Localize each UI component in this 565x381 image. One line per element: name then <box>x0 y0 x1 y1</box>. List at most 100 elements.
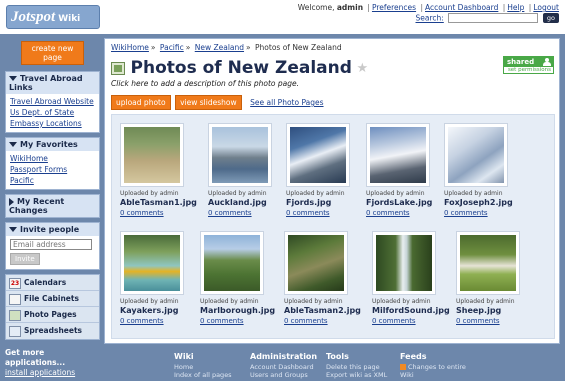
logout-link[interactable]: Logout <box>533 3 559 12</box>
shared-badge[interactable]: shared set permissions <box>503 56 554 74</box>
footer-account-dashboard-link[interactable]: Account Dashboard <box>250 363 330 371</box>
create-new-page-button[interactable]: create new page <box>21 41 84 65</box>
uploaded-by: Uploaded by admin <box>208 190 267 197</box>
uploaded-by: Uploaded by admin <box>120 298 179 305</box>
invite-button[interactable]: Invite <box>10 253 40 265</box>
go-button[interactable]: go <box>542 13 559 23</box>
install-applications-link[interactable]: install applications <box>5 368 75 377</box>
nav-file-cabinets[interactable]: File Cabinets <box>6 291 99 307</box>
travel-links-header[interactable]: Travel Abroad Links <box>6 72 99 94</box>
recent-changes-header[interactable]: My Recent Changes <box>6 195 99 217</box>
photo-image <box>376 235 432 291</box>
panel-title: My Recent Changes <box>9 197 65 215</box>
file-cabinet-icon <box>9 293 21 305</box>
invite-panel: Invite people Invite <box>5 222 100 270</box>
photo-thumbnail[interactable] <box>200 231 264 295</box>
footer-changes-feed-link[interactable]: Changes to entire <box>400 363 480 371</box>
set-permissions-link[interactable]: set permissions <box>504 67 553 74</box>
panel-title: My Favorites <box>20 140 78 149</box>
uploaded-by: Uploaded by admin <box>456 298 515 305</box>
footer-tools: Tools Delete this page Export wiki as XM… <box>326 352 406 379</box>
footer-home-link[interactable]: Home <box>174 363 254 371</box>
uploaded-by: Uploaded by admin <box>200 298 259 305</box>
search-bar: Search: go <box>416 13 559 23</box>
account-dashboard-link[interactable]: Account Dashboard <box>425 3 498 12</box>
comments-link[interactable]: 0 comments <box>200 317 244 325</box>
comments-link[interactable]: 0 comments <box>120 317 164 325</box>
collapse-arrow-icon <box>9 76 17 81</box>
comments-link[interactable]: 0 comments <box>456 317 500 325</box>
us-dept-state-link[interactable]: Us Dept. of State <box>10 108 74 117</box>
comments-link[interactable]: 0 comments <box>444 209 488 217</box>
embassy-locations-link[interactable]: Embassy Locations <box>10 119 82 128</box>
comments-link[interactable]: 0 comments <box>208 209 252 217</box>
footer-heading: Tools <box>326 352 349 361</box>
photo-item: Uploaded by admin Sheep.jpg 0 comments <box>456 231 536 326</box>
invite-email-input[interactable] <box>10 239 92 250</box>
photo-image <box>460 235 516 291</box>
search-input[interactable] <box>448 13 539 23</box>
nav-label: Spreadsheets <box>24 326 83 335</box>
comments-link[interactable]: 0 comments <box>366 209 410 217</box>
view-slideshow-button[interactable]: view slideshow <box>175 95 242 110</box>
comments-link[interactable]: 0 comments <box>372 317 416 325</box>
photo-image <box>204 235 260 291</box>
favorite-star-icon[interactable]: ★ <box>356 61 368 76</box>
uploaded-by: Uploaded by admin <box>286 190 345 197</box>
search-label[interactable]: Search: <box>416 14 444 23</box>
photo-thumbnail[interactable] <box>372 231 436 295</box>
favorite-wikihome-link[interactable]: WikiHome <box>10 154 48 163</box>
travel-abroad-website-link[interactable]: Travel Abroad Website <box>10 97 94 106</box>
comments-link[interactable]: 0 comments <box>286 209 330 217</box>
username: admin <box>336 3 364 12</box>
favorites-header[interactable]: My Favorites <box>6 138 99 151</box>
uploaded-by: Uploaded by admin <box>284 298 343 305</box>
footer-wiki-feed-link[interactable]: Wiki <box>400 371 480 379</box>
photo-thumbnail[interactable] <box>208 123 272 187</box>
footer-delete-page-link[interactable]: Delete this page <box>326 363 406 371</box>
uploaded-by: Uploaded by admin <box>372 298 431 305</box>
feed-label: Changes to entire <box>408 363 466 371</box>
photo-image <box>124 127 180 183</box>
photo-image <box>124 235 180 291</box>
see-all-photo-pages-link[interactable]: See all Photo Pages <box>250 98 323 107</box>
comments-link[interactable]: 0 comments <box>284 317 328 325</box>
page-description[interactable]: Click here to add a description of this … <box>111 79 299 88</box>
breadcrumb-pacific[interactable]: Pacific <box>160 43 184 52</box>
upload-photo-button[interactable]: upload photo <box>111 95 171 110</box>
spreadsheet-icon <box>9 325 21 337</box>
preferences-link[interactable]: Preferences <box>372 3 416 12</box>
breadcrumb-new-zealand[interactable]: New Zealand <box>195 43 244 52</box>
file-name: Sheep.jpg <box>456 306 502 315</box>
file-name: Auckland.jpg <box>208 198 267 207</box>
photo-thumbnail[interactable] <box>286 123 350 187</box>
footer-export-xml-link[interactable]: Export wiki as XML <box>326 371 406 379</box>
photo-image <box>448 127 504 183</box>
breadcrumb-wikihome[interactable]: WikiHome <box>111 43 149 52</box>
photo-thumbnail[interactable] <box>284 231 348 295</box>
left-sidebar: create new page Travel Abroad Links Trav… <box>5 38 100 378</box>
nav-label: Calendars <box>24 278 67 287</box>
footer-users-groups-link[interactable]: Users and Groups <box>250 371 330 379</box>
comments-link[interactable]: 0 comments <box>120 209 164 217</box>
nav-calendars[interactable]: 23 Calendars <box>6 275 99 291</box>
logo-text: Jotspot <box>11 9 56 25</box>
photo-thumbnail[interactable] <box>120 123 184 187</box>
nav-spreadsheets[interactable]: Spreadsheets <box>6 323 99 339</box>
nav-photo-pages[interactable]: Photo Pages <box>6 307 99 323</box>
favorites-panel: My Favorites WikiHome Passport Forms Pac… <box>5 137 100 190</box>
photo-thumbnail[interactable] <box>456 231 520 295</box>
photo-thumbnail[interactable] <box>366 123 430 187</box>
favorite-passport-forms-link[interactable]: Passport Forms <box>10 165 67 174</box>
page-title: Photos of New Zealand <box>130 58 352 78</box>
footer-index-link[interactable]: Index of all pages <box>174 371 254 379</box>
photo-image <box>212 127 268 183</box>
help-link[interactable]: Help <box>507 3 524 12</box>
photo-thumbnail[interactable] <box>444 123 508 187</box>
favorite-pacific-link[interactable]: Pacific <box>10 176 34 185</box>
more-apps: Get more applications... install applica… <box>5 348 100 378</box>
jotspot-logo[interactable]: Jotspot Wiki <box>6 5 100 29</box>
invite-header[interactable]: Invite people <box>6 223 99 236</box>
footer-admin: Administration Account Dashboard Users a… <box>250 352 330 379</box>
photo-thumbnail[interactable] <box>120 231 184 295</box>
